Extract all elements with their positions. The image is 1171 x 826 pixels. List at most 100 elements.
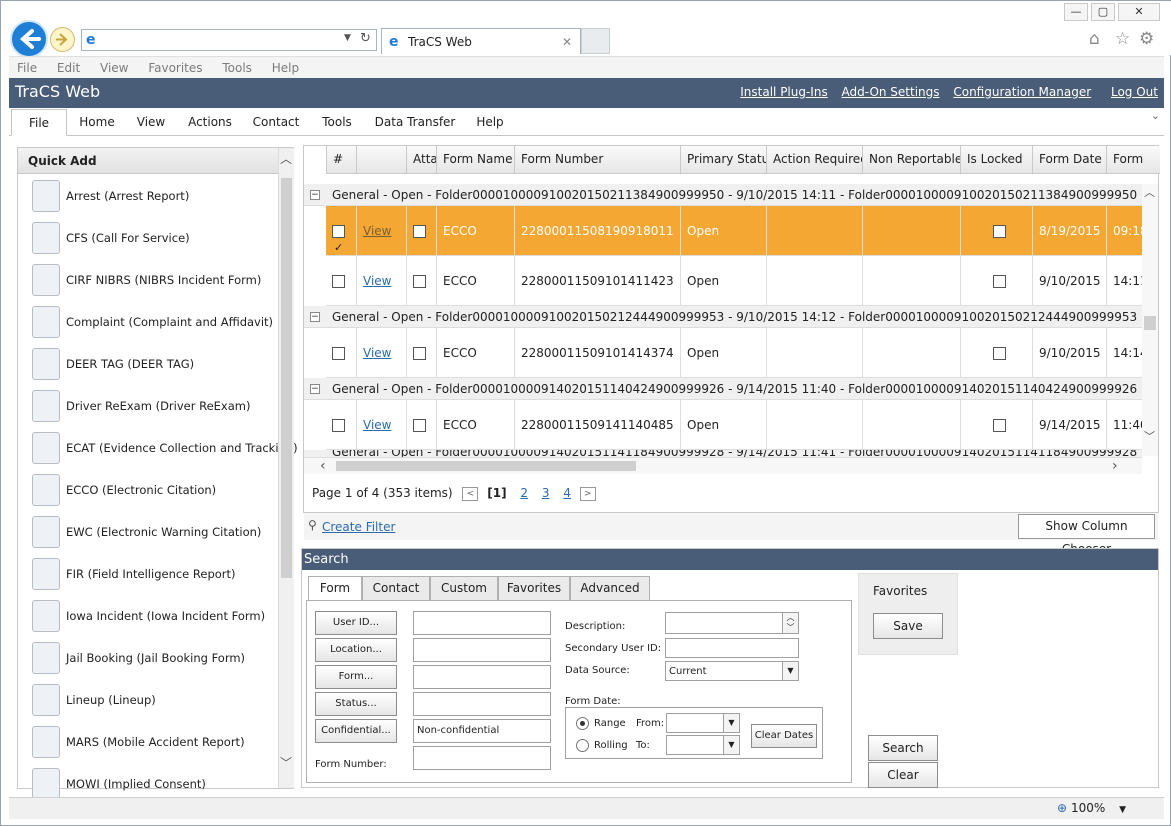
col-attachments[interactable]: Atta	[406, 146, 436, 174]
user-id-button[interactable]: User ID...	[315, 611, 397, 635]
to-date-select[interactable]: ▼	[666, 735, 740, 755]
browser-tab[interactable]: e TraCS Web ✕	[381, 28, 581, 54]
menu-file[interactable]: File	[9, 57, 45, 79]
menu-help[interactable]: Help	[264, 57, 307, 79]
save-favorite-button[interactable]: Save	[873, 613, 943, 639]
row-select-checkbox[interactable]	[332, 419, 345, 432]
attachment-checkbox[interactable]	[413, 347, 426, 360]
new-tab-button[interactable]	[581, 28, 610, 54]
grid-vertical-scrollbar[interactable]: ︿ ﹀	[1142, 184, 1158, 456]
app-menu-file[interactable]: File	[11, 109, 67, 136]
clear-dates-button[interactable]: Clear Dates	[751, 724, 817, 748]
tab-close-icon[interactable]: ✕	[562, 29, 572, 55]
search-tab-custom[interactable]: Custom	[430, 576, 498, 601]
quick-add-scrollbar[interactable]: ︿ ﹀	[278, 148, 294, 788]
favorites-star-icon[interactable]: ☆	[1115, 29, 1130, 49]
address-bar[interactable]: e ▼ ↻	[81, 29, 377, 51]
search-tab-advanced[interactable]: Advanced	[570, 576, 650, 601]
group-row[interactable]: − General - Open - Folder0000100009100201…	[304, 184, 1142, 206]
row-select-cell[interactable]	[326, 400, 356, 450]
rolling-radio[interactable]	[576, 739, 589, 752]
refresh-icon[interactable]: ↻	[360, 31, 371, 46]
col-form-name[interactable]: Form Name	[436, 146, 514, 174]
search-tab-form[interactable]: Form	[308, 576, 362, 601]
pager-page-4[interactable]: 4	[563, 484, 571, 502]
back-button[interactable]	[10, 20, 48, 58]
locked-checkbox[interactable]	[993, 419, 1006, 432]
maximize-button[interactable]: ▢	[1091, 3, 1115, 21]
pager-page-2[interactable]: 2	[520, 484, 528, 502]
table-row[interactable]: View ECCO22800011508190918011Open 8/19/201…	[326, 206, 1142, 256]
col-form-number[interactable]: Form Number	[514, 146, 680, 174]
user-id-input[interactable]	[413, 611, 551, 635]
collapse-toggle-icon[interactable]: −	[310, 384, 320, 394]
search-tab-contact[interactable]: Contact	[362, 576, 430, 601]
quick-add-item[interactable]: CIRF NIBRS (NIBRS Incident Form)	[30, 262, 280, 302]
locked-checkbox[interactable]	[993, 347, 1006, 360]
quick-add-item[interactable]: DEER TAG (DEER TAG)	[30, 346, 280, 386]
quick-add-item[interactable]: MARS (Mobile Accident Report)	[30, 724, 280, 764]
status-input[interactable]	[413, 692, 551, 716]
location-button[interactable]: Location...	[315, 638, 397, 662]
quick-add-item[interactable]: ECCO (Electronic Citation)	[30, 472, 280, 512]
form-button[interactable]: Form...	[315, 665, 397, 689]
collapse-toggle-icon[interactable]: −	[310, 190, 320, 200]
description-spinner-icon[interactable]: ︿ ﹀	[782, 613, 798, 633]
attachment-checkbox[interactable]	[413, 419, 426, 432]
quick-add-item[interactable]: CFS (Call For Service)	[30, 220, 280, 260]
quick-add-item[interactable]: Complaint (Complaint and Affidavit)	[30, 304, 280, 344]
location-input[interactable]	[413, 638, 551, 662]
row-select-checkbox[interactable]	[332, 223, 345, 256]
quick-add-item[interactable]: Iowa Incident (Iowa Incident Form)	[30, 598, 280, 638]
minimize-button[interactable]: —	[1064, 3, 1088, 21]
close-window-button[interactable]: ✕	[1118, 3, 1160, 21]
description-input[interactable]: ︿ ﹀	[665, 612, 799, 634]
partial-group-row[interactable]: General - Open - Folder00001000091402015…	[304, 450, 1142, 458]
addon-settings-link[interactable]: Add-On Settings	[842, 85, 940, 99]
view-link[interactable]: View	[363, 346, 391, 360]
view-link[interactable]: View	[363, 224, 391, 238]
search-tab-favorites[interactable]: Favorites	[498, 576, 570, 601]
range-radio[interactable]	[576, 717, 589, 730]
configuration-manager-link[interactable]: Configuration Manager	[953, 85, 1091, 99]
table-row[interactable]: View ECCO 22800011509101414374 Open 9/10/201…	[326, 328, 1142, 378]
data-source-select[interactable]: Current ▼	[665, 661, 799, 681]
quick-add-item[interactable]: Lineup (Lineup)	[30, 682, 280, 722]
gear-icon[interactable]: ⚙	[1139, 29, 1154, 49]
menu-favorites[interactable]: Favorites	[140, 57, 210, 79]
grid-horizontal-scrollbar[interactable]: ‹ ›	[304, 458, 1142, 474]
col-form-date[interactable]: Form Date	[1032, 146, 1106, 174]
app-menu-tools[interactable]: Tools	[315, 109, 359, 136]
menu-view[interactable]: View	[92, 57, 136, 79]
forward-button[interactable]	[50, 27, 75, 52]
app-menu-home[interactable]: Home	[73, 109, 121, 136]
col-action-required[interactable]: Action Required	[766, 146, 862, 174]
quick-add-item[interactable]: Driver ReExam (Driver ReExam)	[30, 388, 280, 428]
form-number-input[interactable]	[413, 746, 551, 770]
from-date-select[interactable]: ▼	[666, 713, 740, 733]
quick-add-item[interactable]: Arrest (Arrest Report)	[30, 178, 280, 218]
app-menu-contact[interactable]: Contact	[249, 109, 303, 136]
create-filter-link[interactable]: Create Filter	[322, 520, 395, 534]
quick-add-item[interactable]: EWC (Electronic Warning Citation)	[30, 514, 280, 554]
app-menu-help[interactable]: Help	[471, 109, 509, 136]
install-plugins-link[interactable]: Install Plug-Ins	[740, 85, 827, 99]
home-icon[interactable]: ⌂	[1089, 29, 1100, 49]
menu-edit[interactable]: Edit	[49, 57, 88, 79]
clear-button[interactable]: Clear	[868, 762, 938, 788]
quick-add-item[interactable]: Jail Booking (Jail Booking Form)	[30, 640, 280, 680]
confidential-button[interactable]: Confidential...	[315, 719, 397, 743]
col-form-time[interactable]: Form	[1106, 146, 1160, 174]
app-menu-data-transfer[interactable]: Data Transfer	[371, 109, 459, 136]
pager-page-3[interactable]: 3	[542, 484, 550, 502]
col-view[interactable]	[356, 146, 406, 174]
table-row[interactable]: View ECCO 22800011509141140485 Open 9/14/201…	[326, 400, 1142, 450]
row-select-checkbox[interactable]	[332, 347, 345, 360]
locked-checkbox[interactable]	[993, 225, 1006, 238]
row-select-cell[interactable]	[326, 206, 356, 256]
secondary-user-input[interactable]	[665, 638, 799, 658]
collapse-toggle-icon[interactable]: −	[310, 312, 320, 322]
pager-prev-button[interactable]: <	[462, 486, 479, 501]
col-non-reportable[interactable]: Non Reportable	[862, 146, 960, 174]
row-select-cell[interactable]	[326, 256, 356, 306]
